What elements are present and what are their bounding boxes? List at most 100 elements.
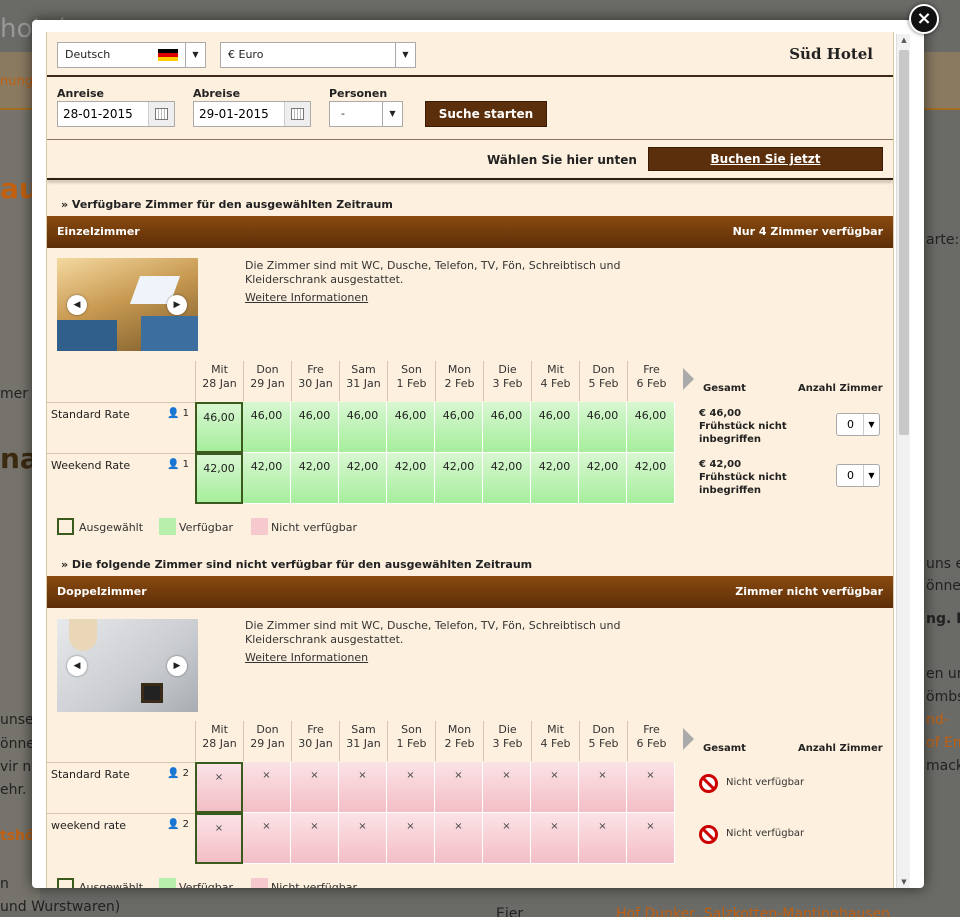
weekday-label: Mon [447,723,472,736]
occupancy: 👤 2 [167,819,189,830]
price-cell[interactable]: 42,00 [387,453,435,504]
weekday-label: Mit [547,363,564,376]
date-label: 5 Feb [588,737,619,750]
hotel-name: Süd Hotel [789,45,873,63]
scroll-down-arrow[interactable]: ▼ [897,878,911,886]
date-label: 30 Jan [298,737,333,750]
photo-prev-button[interactable]: ◀ [67,295,87,315]
next-dates-arrow-icon[interactable] [683,728,694,750]
unavailable-cell: × [483,813,531,864]
chevron-down-icon: ▼ [185,43,205,67]
date-label: 3 Feb [492,737,523,750]
price-cell[interactable]: 42,00 [195,453,243,504]
day-column-header: Don 29 Jan [243,361,291,401]
unavailable-cell: × [195,762,243,813]
next-dates-arrow-icon[interactable] [683,368,694,390]
unavailable-cell: × [627,813,675,864]
close-modal-button[interactable]: × [909,4,939,34]
scroll-up-arrow[interactable]: ▲ [897,36,911,44]
calendar-icon[interactable] [284,102,310,126]
price-cell[interactable]: 42,00 [627,453,675,504]
price-cell[interactable]: 42,00 [579,453,627,504]
person-icon: 👤 [167,819,180,830]
occupancy-count: 2 [182,819,189,830]
unavailable-cell: × [291,762,339,813]
unavailable-cell: × [339,813,387,864]
total-price: € 42,00 [699,459,742,470]
price-cell[interactable]: 46,00 [243,402,291,453]
photo-prev-button[interactable]: ◀ [67,656,87,676]
price-cell[interactable]: 42,00 [339,453,387,504]
search-button[interactable]: Suche starten [425,101,547,127]
day-column-header: Mon 2 Feb [435,721,483,761]
legend-selected-swatch [57,878,74,888]
background-text: önne [926,578,960,594]
arrival-date-input[interactable]: 28-01-2015 [57,101,175,127]
person-icon: 👤 [167,459,180,470]
background-text: uns ei [926,556,960,572]
person-icon: 👤 [167,768,180,779]
weekday-label: Fre [307,723,324,736]
day-column-header: Mit 4 Feb [531,361,579,401]
date-label: 4 Feb [540,377,571,390]
photo-next-button[interactable]: ▶ [167,656,187,676]
background-text: nd- [926,712,949,728]
date-label: 6 Feb [636,377,667,390]
weekday-label: Fre [307,363,324,376]
date-label: 3 Feb [492,377,523,390]
day-column-header: Mit 4 Feb [531,721,579,761]
book-now-button[interactable]: Buchen Sie jetzt [648,147,883,171]
price-cell[interactable]: 42,00 [483,453,531,504]
price-cell[interactable]: 42,00 [291,453,339,504]
photo-next-button[interactable]: ▶ [167,295,187,315]
more-info-link[interactable]: Weitere Informationen [245,651,645,665]
price-cell[interactable]: 46,00 [531,402,579,453]
background-text: n [0,876,9,892]
price-cell[interactable]: 42,00 [435,453,483,504]
total-price: € 46,00 [699,408,742,419]
language-select[interactable]: Deutsch ▼ [57,42,206,68]
legend-selected-label: Ausgewählt [79,881,144,888]
more-info-link[interactable]: Weitere Informationen [245,291,645,305]
price-cell[interactable]: 46,00 [579,402,627,453]
price-cell[interactable]: 46,00 [435,402,483,453]
room-description: Die Zimmer sind mit WC, Dusche, Telefon,… [245,259,645,305]
available-rooms-heading: » Verfügbare Zimmer für den ausgewählten… [61,198,393,211]
price-cell[interactable]: 42,00 [243,453,291,504]
departure-date-value: 29-01-2015 [199,107,269,121]
unavailable-cell: × [243,813,291,864]
divider [47,139,893,140]
rate-name: Weekend Rate [51,459,131,472]
price-cell[interactable]: 46,00 [387,402,435,453]
price-cell[interactable]: 46,00 [627,402,675,453]
price-cell[interactable]: 46,00 [483,402,531,453]
scrollbar-thumb[interactable] [899,50,909,435]
room-availability: Zimmer nicht verfügbar [735,585,883,598]
currency-select[interactable]: € Euro ▼ [220,42,416,68]
background-text: en un [926,666,960,682]
rate-row-label: Weekend Rate 👤 1 [47,453,195,504]
price-cell[interactable]: 42,00 [531,453,579,504]
booking-modal: Deutsch ▼ € Euro ▼ Süd Hotel Anreise 28-… [32,20,924,888]
date-label: 29 Jan [250,377,285,390]
breakfast-note: Frühstück nicht inbegriffen [699,472,787,496]
day-column-header: Mit 28 Jan [195,721,243,761]
departure-date-input[interactable]: 29-01-2015 [193,101,311,127]
persons-select[interactable]: - ▼ [329,101,403,127]
modal-scrollbar[interactable]: ▲ ▼ [896,34,910,888]
background-text: tshö [0,828,35,844]
language-value: Deutsch [65,48,111,61]
date-label: 28 Jan [202,377,237,390]
photo-lamp [69,619,97,651]
price-cell[interactable]: 46,00 [339,402,387,453]
price-cell[interactable]: 46,00 [291,402,339,453]
room-quantity-select[interactable]: 0 ▼ [836,464,880,487]
calendar-icon[interactable] [148,102,174,126]
background-text: ömbs [926,689,960,705]
room-quantity-select[interactable]: 0 ▼ [836,413,880,436]
background-text: arte: [926,232,960,248]
day-column-header: Sam 31 Jan [339,721,387,761]
price-cell[interactable]: 46,00 [195,402,243,453]
weekday-label: Fre [643,723,660,736]
date-label: 2 Feb [444,737,475,750]
